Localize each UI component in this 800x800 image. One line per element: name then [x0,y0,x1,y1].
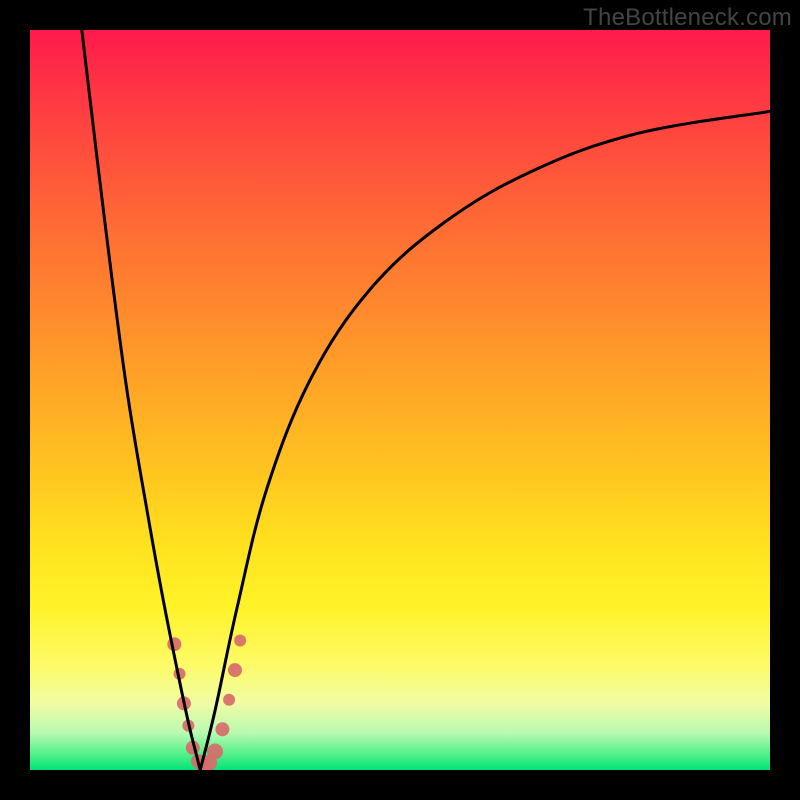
highlight-dot [215,722,229,736]
plot-area [30,30,770,770]
highlight-dot [234,635,246,647]
highlight-dot [223,694,235,706]
curve-right-branch [200,111,770,770]
chart-frame: TheBottleneck.com [0,0,800,800]
curve-left-branch [82,30,200,770]
highlight-dot [207,744,223,760]
highlight-dot [228,663,242,677]
curve-layer [30,30,770,770]
watermark-text: TheBottleneck.com [583,4,792,32]
